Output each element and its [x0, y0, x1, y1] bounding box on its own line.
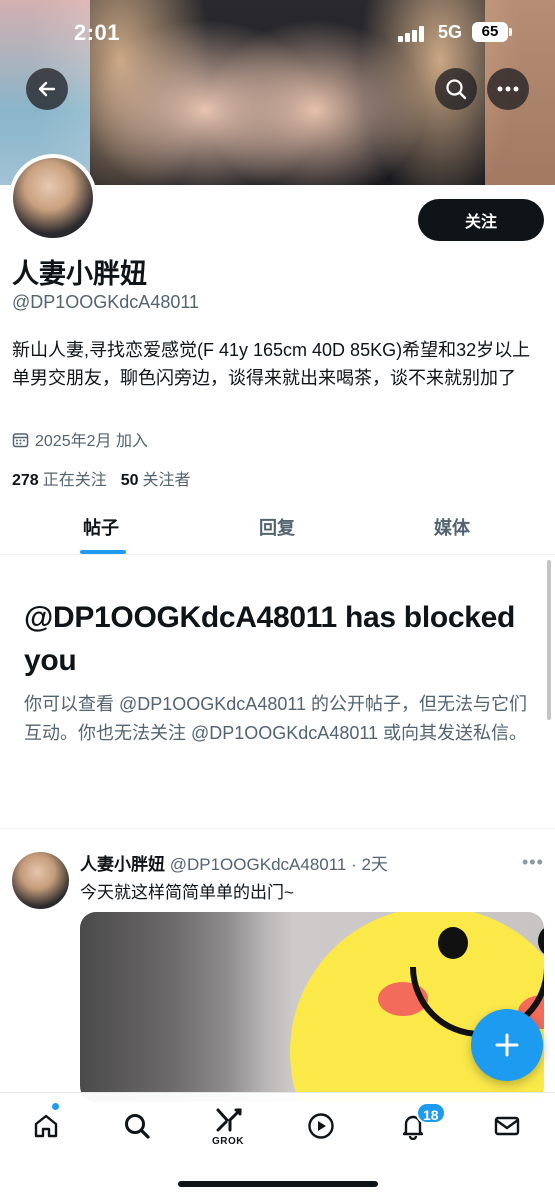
grok-label: GROK: [212, 1136, 244, 1147]
envelope-icon: [494, 1116, 520, 1136]
profile-handle: @DP1OOGKdcA48011: [12, 292, 200, 312]
tweet-header: 人妻小胖妞 @DP1OOGKdcA48011 · 2天: [80, 850, 388, 875]
tab-replies[interactable]: 回复: [259, 514, 295, 540]
back-button[interactable]: [26, 68, 68, 110]
tab-active-indicator: [80, 550, 126, 554]
tweet-more-icon[interactable]: •••: [522, 852, 544, 873]
scrollbar[interactable]: [547, 560, 551, 720]
more-horizontal-icon: [497, 86, 519, 92]
home-indicator[interactable]: [178, 1181, 378, 1187]
follow-stats: 278 正在关注 50 关注者: [12, 466, 191, 490]
tab-posts[interactable]: 帖子: [83, 514, 119, 540]
tweet-media-image[interactable]: [80, 912, 544, 1102]
profile-display-name: 人妻小胖妞: [12, 259, 147, 289]
nav-video[interactable]: [301, 1109, 341, 1143]
grok-icon: [216, 1108, 242, 1132]
joined-date: 2025年2月 加入: [12, 427, 148, 451]
arrow-left-icon: [38, 81, 56, 97]
joined-text: 2025年2月 加入: [35, 433, 148, 450]
blocked-message: 你可以查看 @DP1OOGKdcA48011 的公开帖子，但无法与它们互动。你也…: [24, 694, 528, 743]
plus-icon: [495, 1033, 519, 1057]
blocked-title: @DP1OOGKdcA48011 has blocked you: [24, 601, 516, 677]
search-icon: [125, 1114, 150, 1139]
follow-button[interactable]: 关注: [418, 199, 544, 241]
profile-avatar[interactable]: [9, 154, 97, 242]
nav-grok[interactable]: [209, 1103, 249, 1137]
divider: [0, 828, 555, 829]
calendar-icon: [12, 432, 29, 447]
signal-icon: [398, 26, 426, 42]
nav-search[interactable]: [117, 1109, 157, 1143]
search-icon: [446, 79, 467, 100]
profile-tabs: 帖子 回复 媒体: [0, 500, 555, 555]
status-bar: 2:01 5G 65: [0, 0, 555, 66]
network-label: 5G: [438, 22, 463, 42]
play-circle-icon: [308, 1113, 334, 1139]
nav-home[interactable]: [26, 1109, 66, 1143]
search-button[interactable]: [435, 68, 477, 110]
tweet-author-name[interactable]: 人妻小胖妞: [80, 855, 165, 874]
more-options-button[interactable]: [487, 68, 529, 110]
home-icon: [34, 1114, 58, 1138]
battery-icon: 65: [472, 22, 512, 42]
tweet-avatar[interactable]: [12, 852, 69, 909]
nav-messages[interactable]: [487, 1109, 527, 1143]
tweet-meta: @DP1OOGKdcA48011 · 2天: [169, 855, 388, 874]
tab-media[interactable]: 媒体: [434, 514, 470, 540]
compose-button[interactable]: [471, 1009, 543, 1081]
following-link[interactable]: 278 正在关注: [12, 466, 107, 490]
home-unread-dot: [52, 1103, 59, 1110]
followers-link[interactable]: 50 关注者: [121, 466, 191, 490]
notifications-badge: 18: [416, 1102, 446, 1124]
tweet-text: 今天就这样简简单单的出门~: [80, 883, 294, 902]
status-time: 2:01: [74, 20, 121, 45]
profile-bio: 新山人妻,寻找恋爱感觉(F 41y 165cm 40D 85KG)希望和32岁以…: [12, 340, 531, 388]
